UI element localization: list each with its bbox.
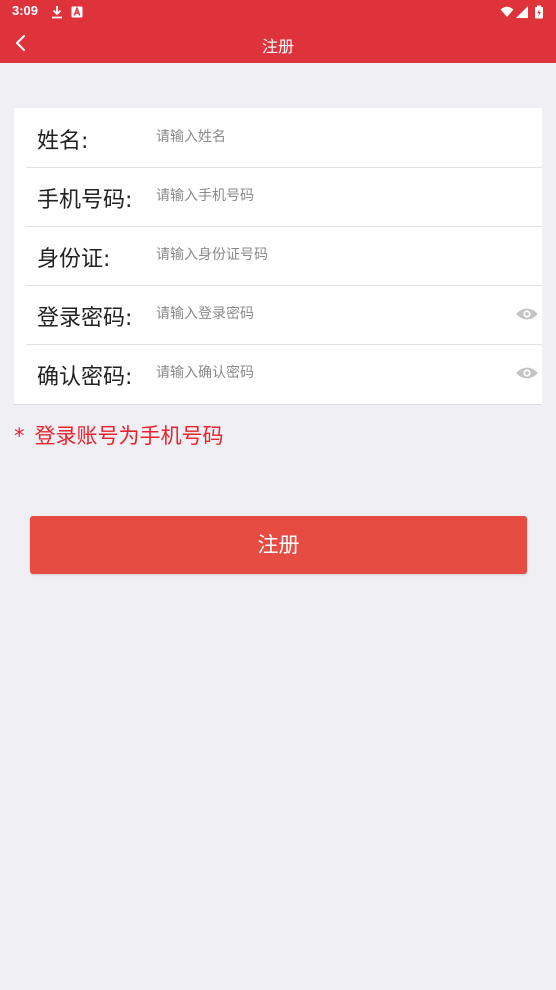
notification-a-icon xyxy=(70,4,84,18)
confirm-password-visibility-toggle[interactable] xyxy=(514,362,540,384)
phone-input[interactable] xyxy=(156,181,486,211)
battery-icon xyxy=(534,4,544,19)
eye-icon xyxy=(516,367,538,379)
eye-icon xyxy=(516,308,538,320)
account-note: * 登录账号为手机号码 xyxy=(14,420,224,450)
name-input[interactable] xyxy=(156,122,486,152)
status-time: 3:09 xyxy=(12,3,39,18)
name-row: 姓名: xyxy=(26,108,542,168)
id-card-input[interactable] xyxy=(156,240,486,270)
page-title: 注册 xyxy=(261,37,294,56)
password-label: 登录密码: xyxy=(37,306,133,331)
status-bar: 3:09 xyxy=(0,0,556,24)
phone-label: 手机号码: xyxy=(37,188,133,213)
registration-form: 姓名: 手机号码: 身份证: 登录密码: 确认密码: xyxy=(14,108,542,405)
name-label: 姓名: xyxy=(37,129,89,154)
download-icon xyxy=(50,4,64,19)
app-bar: 注册 xyxy=(0,24,556,63)
confirm-password-input[interactable] xyxy=(156,358,486,388)
wifi-icon xyxy=(500,4,514,18)
id-card-row: 身份证: xyxy=(26,226,542,286)
password-row: 登录密码: xyxy=(26,285,542,345)
register-button[interactable]: 注册 xyxy=(30,516,527,574)
confirm-password-label: 确认密码: xyxy=(37,365,133,390)
password-visibility-toggle[interactable] xyxy=(514,303,540,325)
note-text: 登录账号为手机号码 xyxy=(34,424,224,448)
required-star: * xyxy=(14,424,25,448)
id-card-label: 身份证: xyxy=(37,247,111,272)
signal-icon xyxy=(515,4,529,18)
password-input[interactable] xyxy=(156,299,486,329)
confirm-password-row: 确认密码: xyxy=(26,344,542,403)
phone-row: 手机号码: xyxy=(26,167,542,227)
